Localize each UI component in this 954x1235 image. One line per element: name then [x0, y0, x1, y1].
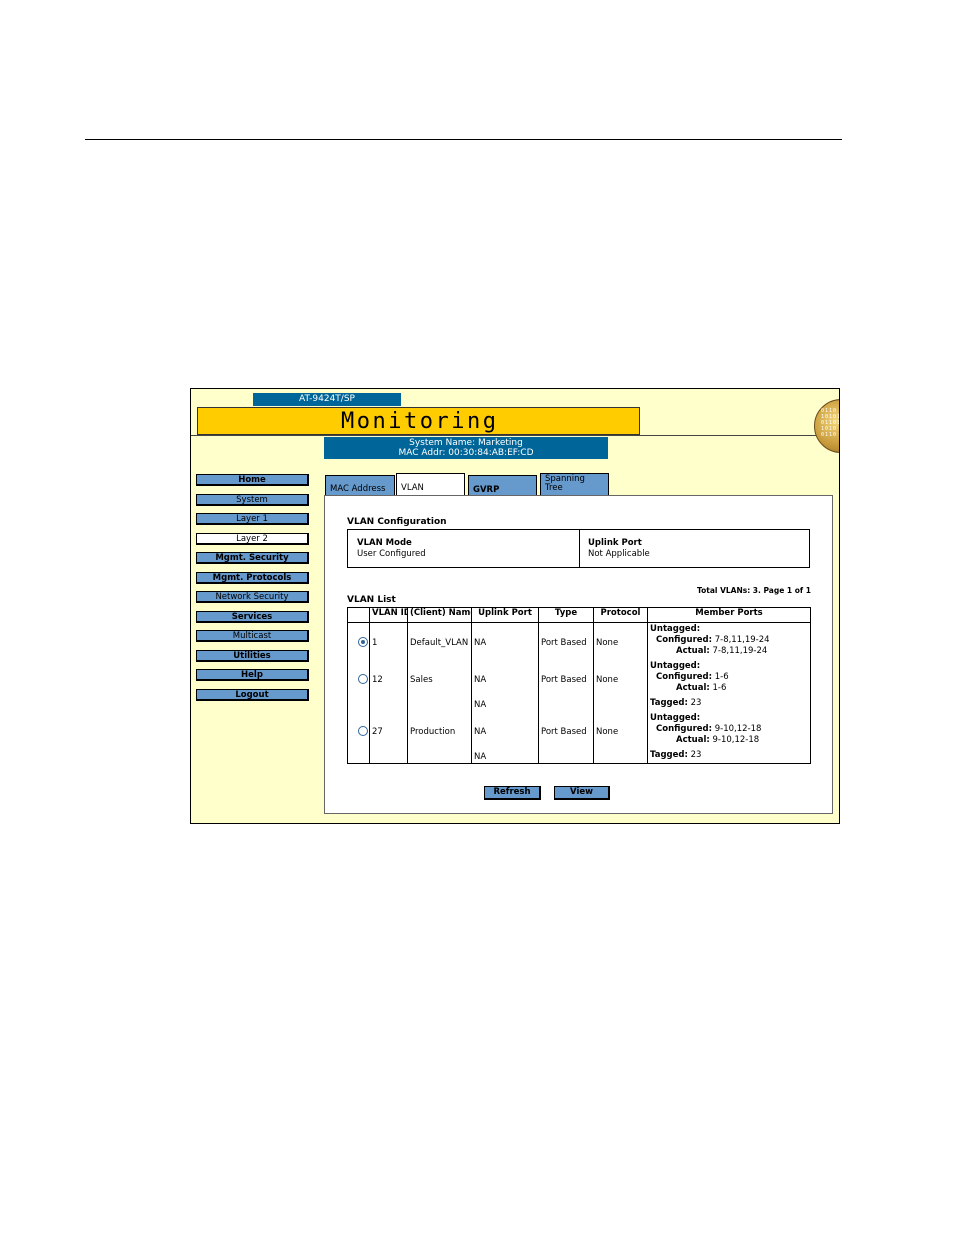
- uplink-port-value: Not Applicable: [588, 549, 650, 559]
- tab-spanning-tree[interactable]: Spanning Tree: [540, 473, 609, 495]
- uplink-port-label: Uplink Port: [588, 538, 642, 548]
- globe-logo-icon: 0110 10101 01101 1010 0110: [814, 399, 839, 453]
- configured-label: Configured:: [656, 635, 713, 645]
- vlan-mode-value: User Configured: [357, 549, 426, 559]
- table-row: 1 Default_VLAN NA Port Based None Untagg…: [347, 622, 811, 660]
- actual-label: Actual:: [676, 682, 710, 693]
- vlan-select-radio[interactable]: [358, 725, 368, 736]
- vlan-name: Default_VLAN: [410, 638, 469, 648]
- untagged-label: Untagged:: [650, 712, 701, 723]
- col-vlan-id: VLAN ID: [369, 607, 408, 623]
- tab-spanning-tree-line2: Tree: [545, 483, 563, 493]
- vlan-protocol: None: [596, 674, 619, 685]
- actual-label: Actual:: [676, 646, 710, 656]
- sidebar-item-mgmt-protocols[interactable]: Mgmt. Protocols: [196, 571, 309, 584]
- sidebar-item-multicast[interactable]: Multicast: [196, 630, 309, 642]
- tagged-ports: 23: [690, 749, 702, 760]
- vlan-id: 1: [372, 638, 378, 648]
- mac-address: MAC Addr: 00:30:84:AB:EF:CD: [398, 448, 534, 458]
- title-banner: Monitoring: [197, 407, 640, 435]
- vlan-type: Port Based: [541, 638, 587, 648]
- vlan-protocol: None: [596, 638, 619, 648]
- system-info: System Name: Marketing MAC Addr: 00:30:8…: [324, 437, 608, 459]
- col-protocol: Protocol: [593, 607, 648, 623]
- sidebar-item-network-security[interactable]: Network Security: [196, 591, 309, 603]
- actual-ports: 1-6: [712, 682, 727, 693]
- configured-ports: 1-6: [714, 671, 729, 682]
- sidebar-item-logout[interactable]: Logout: [196, 688, 309, 701]
- untagged-label: Untagged:: [650, 660, 701, 671]
- sidebar-item-home[interactable]: Home: [196, 474, 309, 486]
- vlan-mode-label: VLAN Mode: [357, 538, 412, 548]
- vlan-uplink-tagged: NA: [474, 751, 487, 762]
- col-member-ports: Member Ports: [647, 607, 811, 623]
- configured-ports: 7-8,11,19-24: [714, 635, 770, 645]
- col-select: [347, 607, 370, 623]
- system-name: System Name: Marketing: [409, 438, 523, 448]
- col-uplink-port: Uplink Port: [471, 607, 539, 623]
- vlan-list-table: VLAN ID (Client) Name Uplink Port Type P…: [347, 607, 811, 764]
- view-button[interactable]: View: [554, 786, 610, 800]
- vlan-name: Sales: [410, 674, 433, 685]
- actual-ports: 9-10,12-18: [712, 734, 760, 745]
- page-title: Monitoring: [341, 409, 499, 434]
- vlan-uplink: NA: [474, 726, 487, 737]
- table-header-row: VLAN ID (Client) Name Uplink Port Type P…: [347, 607, 811, 623]
- vlan-uplink-tagged: NA: [474, 699, 487, 710]
- tab-mac-address[interactable]: MAC Address: [325, 475, 395, 497]
- untagged-label: Untagged:: [650, 624, 701, 634]
- col-client-name: (Client) Name: [407, 607, 472, 623]
- vlan-protocol: None: [596, 726, 619, 737]
- screenshot-frame: AT-9424T/SP Monitoring 0110 10101 01101 101…: [190, 388, 840, 824]
- sidebar-item-utilities[interactable]: Utilities: [196, 649, 309, 662]
- sidebar-item-help[interactable]: Help: [196, 669, 309, 681]
- page-top-rule: [85, 139, 842, 140]
- config-divider: [579, 530, 580, 567]
- actual-ports: 7-8,11,19-24: [712, 646, 768, 656]
- sidebar-item-mgmt-security[interactable]: Mgmt. Security: [196, 552, 309, 564]
- vlan-select-radio[interactable]: [358, 637, 368, 647]
- vlan-type: Port Based: [541, 674, 587, 685]
- tagged-label: Tagged:: [650, 749, 688, 760]
- tab-vlan[interactable]: VLAN: [396, 473, 465, 497]
- vlan-id: 27: [372, 726, 383, 737]
- refresh-button[interactable]: Refresh: [484, 786, 541, 800]
- vlan-config-box: VLAN Mode User Configured Uplink Port No…: [347, 529, 810, 568]
- vlan-type: Port Based: [541, 726, 587, 737]
- total-vlans: Total VLANs: 3. Page 1 of 1: [696, 586, 811, 595]
- table-row: 27 Production NA NA Port Based None Unta…: [347, 711, 811, 764]
- sidebar-item-services[interactable]: Services: [196, 610, 309, 623]
- configured-label: Configured:: [656, 723, 713, 734]
- banner-divider: [191, 435, 839, 436]
- vlan-uplink: NA: [474, 674, 487, 685]
- configured-ports: 9-10,12-18: [714, 723, 762, 734]
- sidebar-item-layer-1[interactable]: Layer 1: [196, 513, 309, 525]
- vlan-uplink: NA: [474, 638, 487, 648]
- vlan-name: Production: [410, 726, 456, 737]
- tagged-ports: 23: [690, 697, 702, 708]
- vlan-list-title: VLAN List: [347, 595, 396, 605]
- sidebar-item-system[interactable]: System: [196, 493, 309, 506]
- content-panel: VLAN Configuration VLAN Mode User Config…: [324, 495, 833, 814]
- model-label: AT-9424T/SP: [253, 393, 401, 406]
- vlan-select-radio[interactable]: [358, 673, 368, 684]
- table-row: 12 Sales NA NA Port Based None Untagged:…: [347, 659, 811, 712]
- vlan-id: 12: [372, 674, 383, 685]
- col-type: Type: [538, 607, 594, 623]
- actual-label: Actual:: [676, 734, 710, 745]
- vlan-config-title: VLAN Configuration: [347, 517, 447, 527]
- tab-gvrp[interactable]: GVRP: [468, 475, 537, 497]
- configured-label: Configured:: [656, 671, 713, 682]
- tagged-label: Tagged:: [650, 697, 688, 708]
- sidebar-item-layer-2[interactable]: Layer 2: [196, 532, 309, 545]
